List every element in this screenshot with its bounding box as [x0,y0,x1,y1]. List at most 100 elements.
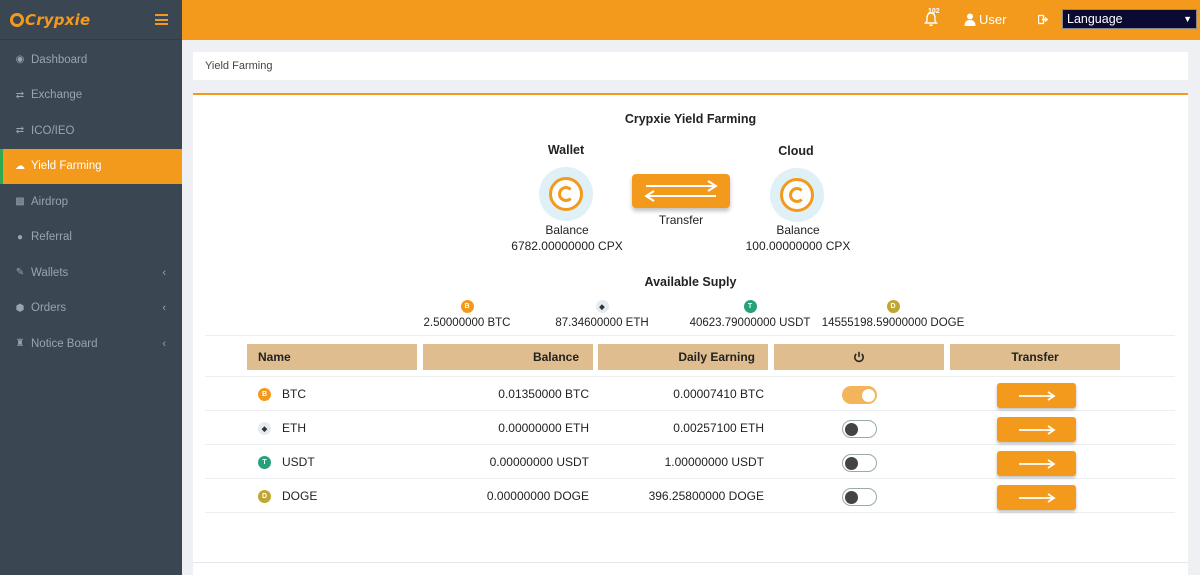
power-icon [854,351,864,363]
farming-toggle[interactable] [842,454,877,472]
transfer-button[interactable] [997,383,1076,408]
sidebar-item-label: Referral [31,231,72,244]
yield-farming-card: Crypxie Yield Farming Wallet Cloud Trans… [193,93,1188,575]
sidebar-item-airdrop[interactable]: ▩ Airdrop [0,184,182,220]
chevron-left-icon: ‹ [162,266,166,279]
sidebar-item-ico-ieo[interactable]: ⇄ ICO/IEO [0,113,182,149]
cloud-balance: Balance 100.00000000 CPX [718,222,878,254]
table-row: ◆ ETH 0.00000000 ETH 0.00257100 ETH [205,412,1175,445]
coin-daily-earning: 0.00007410 BTC [673,387,764,401]
sidebar: Crypxie ◉ Dashboard ⇄ Exchange ⇄ ICO/IEO… [0,0,182,575]
supply-value: 87.34600000 ETH [555,317,649,329]
user-icon [964,13,976,26]
doge-icon: D [258,490,271,503]
sidebar-item-label: Exchange [31,89,83,102]
coin-daily-earning: 0.00257100 ETH [673,421,764,435]
chevron-left-icon: ‹ [162,302,166,315]
user-label: User [979,12,1007,27]
sidebar-item-wallets[interactable]: ✎ Wallets ‹ [0,255,182,291]
menu-toggle-icon[interactable] [155,14,168,25]
coin-name: DOGE [282,489,318,503]
sidebar-item-notice-board[interactable]: ♜ Notice Board ‹ [0,326,182,362]
wallet-balance-label: Balance [545,223,589,237]
coin-name: ETH [282,421,306,435]
cube-icon: ⬢ [15,302,25,314]
farming-toggle[interactable] [842,488,877,506]
sidebar-item-exchange[interactable]: ⇄ Exchange [0,78,182,114]
cloud-balance-value: 100.00000000 CPX [745,239,851,253]
sidebar-item-dashboard[interactable]: ◉ Dashboard [0,42,182,78]
sidebar-nav: ◉ Dashboard ⇄ Exchange ⇄ ICO/IEO ☁ Yield… [0,42,182,362]
divider [193,562,1188,563]
swap-arrows-icon [644,180,718,202]
sidebar-item-orders[interactable]: ⬢ Orders ‹ [0,291,182,327]
arrow-right-icon [1018,492,1056,503]
sidebar-item-label: Yield Farming [31,160,102,173]
logo[interactable]: Crypxie [10,11,90,29]
table-row: T USDT 0.00000000 USDT 1.00000000 USDT [205,446,1175,479]
table-row: D DOGE 0.00000000 DOGE 396.25800000 DOGE [205,480,1175,513]
farming-toggle[interactable] [842,420,877,438]
coin-balance: 0.00000000 DOGE [486,489,589,503]
coin-balance: 0.00000000 ETH [498,421,589,435]
column-header-daily-earning: Daily Earning [598,344,768,370]
pen-icon: ✎ [15,267,25,279]
table-row: B BTC 0.01350000 BTC 0.00007410 BTC [205,378,1175,411]
transfer-button[interactable] [997,417,1076,442]
btc-icon: B [460,300,474,313]
user-menu[interactable]: User [964,12,1006,27]
chevron-down-icon: ▼ [1183,14,1192,24]
usdt-icon: T [743,300,757,313]
cloud-title: Cloud [778,144,814,158]
exchange-icon: ⇄ [15,125,25,137]
notification-count-badge: 102 [928,8,940,15]
arrow-right-icon [1018,390,1056,401]
cloud-coin-icon [770,168,824,222]
supply-value: 14555198.59000000 DOGE [821,317,965,329]
sidebar-item-label: Wallets [31,266,69,279]
card-title: Crypxie Yield Farming [624,112,757,126]
supply-item-eth: ◆ 87.34600000 ETH [517,300,687,329]
supply-title: Available Suply [644,275,737,289]
logo-text: Crypxie [25,10,91,29]
coin-name: USDT [282,455,315,469]
cloud-balance-label: Balance [776,223,820,237]
eth-icon: ◆ [258,422,271,435]
sidebar-item-label: ICO/IEO [31,124,75,137]
transfer-button[interactable] [997,485,1076,510]
transfer-swap-button[interactable] [632,174,730,208]
gift-icon: ▩ [15,196,25,208]
column-header-power [774,344,944,370]
logo-mark [10,12,24,27]
logout-icon[interactable] [1038,14,1049,25]
farming-toggle[interactable] [842,386,877,404]
supply-item-doge: D 14555198.59000000 DOGE [808,300,978,329]
coin-balance: 0.00000000 USDT [489,455,589,469]
wallet-coin-icon [539,167,593,221]
sidebar-item-yield-farming[interactable]: ☁ Yield Farming [0,148,182,184]
sidebar-item-referral[interactable]: ● Referral [0,220,182,256]
coin-name: BTC [282,387,306,401]
sidebar-header: Crypxie [0,0,182,40]
dashboard-icon: ◉ [15,54,25,66]
coin-daily-earning: 1.00000000 USDT [664,455,764,469]
breadcrumb: Yield Farming [193,52,1188,80]
usdt-icon: T [258,456,271,469]
transfer-button[interactable] [997,451,1076,476]
coin-daily-earning: 396.25800000 DOGE [648,489,764,503]
column-header-name: Name [247,344,417,370]
language-select-value: Language [1067,12,1123,26]
language-select[interactable]: Language ▼ [1062,9,1197,29]
divider [205,335,1175,336]
arrow-right-icon [1018,458,1056,469]
sidebar-item-label: Orders [31,302,67,315]
exchange-icon: ⇄ [15,89,25,101]
eth-icon: ◆ [595,300,609,313]
chevron-left-icon: ‹ [162,337,166,350]
btc-icon: B [258,388,271,401]
sidebar-item-label: Dashboard [31,53,88,66]
arrow-right-icon [1018,424,1056,435]
cloud-icon: ☁ [15,160,25,172]
users-icon: ● [16,231,24,243]
sidebar-item-label: Notice Board [31,337,98,350]
